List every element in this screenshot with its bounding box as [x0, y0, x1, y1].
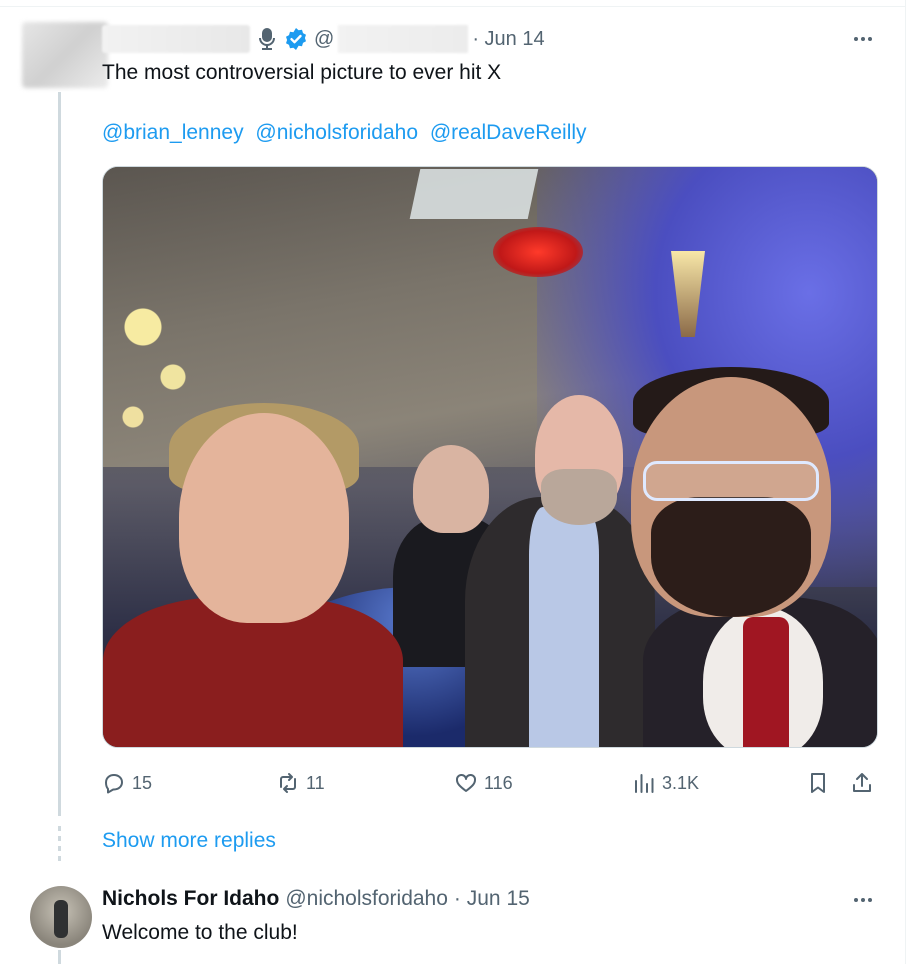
- more-options-icon[interactable]: [848, 890, 878, 910]
- photo-person: [179, 413, 349, 623]
- author-name-redacted[interactable]: [102, 25, 250, 53]
- thread-line: [58, 92, 61, 816]
- photo-person: [743, 617, 789, 747]
- mention-link[interactable]: @nicholsforidaho: [255, 121, 418, 144]
- photo-person: [541, 469, 617, 525]
- like-button[interactable]: 116: [454, 768, 513, 798]
- views-chart-icon: [635, 774, 654, 793]
- share-button[interactable]: [850, 768, 874, 798]
- reply-avatar[interactable]: [30, 886, 92, 948]
- photo-person: [413, 445, 489, 533]
- verified-badge-icon: [284, 27, 308, 51]
- thread-line-bottom: [58, 950, 61, 964]
- microphone-icon: [256, 26, 278, 52]
- tweet-date[interactable]: · Jun 14: [472, 28, 544, 51]
- mention-link[interactable]: @brian_lenney: [102, 121, 244, 144]
- avatar-figure: [54, 900, 68, 938]
- bookmark-button[interactable]: [806, 768, 830, 798]
- reply-button[interactable]: 15: [102, 768, 152, 798]
- heart-icon: [456, 773, 476, 792]
- like-count: 116: [484, 772, 513, 793]
- bookmark-icon: [811, 773, 825, 793]
- tweet-header: @ · Jun 14: [102, 24, 545, 54]
- tweet-mentions: @brian_lenney @nicholsforidaho @realDave…: [102, 118, 593, 148]
- reply-count: 15: [132, 772, 153, 793]
- photo-person: [529, 507, 599, 747]
- author-avatar-redacted[interactable]: [22, 22, 108, 88]
- thread-dotted-line: [58, 826, 61, 862]
- reply-author-name[interactable]: Nichols For Idaho: [102, 887, 279, 911]
- handle-at-symbol: @: [314, 27, 335, 50]
- photo-person: [651, 497, 811, 617]
- right-divider: [905, 0, 906, 964]
- reply-author-handle[interactable]: @nicholsforidaho: [285, 887, 448, 911]
- show-more-replies-link[interactable]: Show more replies: [102, 826, 276, 856]
- views-count: 3.1K: [662, 772, 700, 793]
- repost-button[interactable]: 11: [276, 768, 325, 798]
- tweet-text: The most controversial picture to ever h…: [102, 61, 502, 84]
- tweet-photo[interactable]: [102, 166, 878, 748]
- reply-date[interactable]: · Jun 15: [454, 887, 530, 911]
- reply-text: Welcome to the club!: [102, 921, 298, 944]
- share-icon: [853, 773, 871, 792]
- top-divider: [0, 6, 906, 7]
- photo-red-light: [493, 227, 583, 277]
- reply-icon: [105, 774, 123, 794]
- more-options-icon[interactable]: [848, 29, 878, 49]
- photo-skylight: [409, 169, 539, 219]
- photo-person: [643, 461, 819, 501]
- reply-header: Nichols For Idaho @nicholsforidaho · Jun…: [102, 884, 530, 914]
- repost-icon: [280, 773, 296, 793]
- views-button[interactable]: 3.1K: [632, 768, 699, 798]
- tweet-actions: 15 11 116 3.1K: [102, 768, 878, 798]
- repost-count: 11: [306, 772, 325, 793]
- mention-link[interactable]: @realDaveReilly: [430, 121, 587, 144]
- author-handle-redacted[interactable]: [338, 25, 469, 53]
